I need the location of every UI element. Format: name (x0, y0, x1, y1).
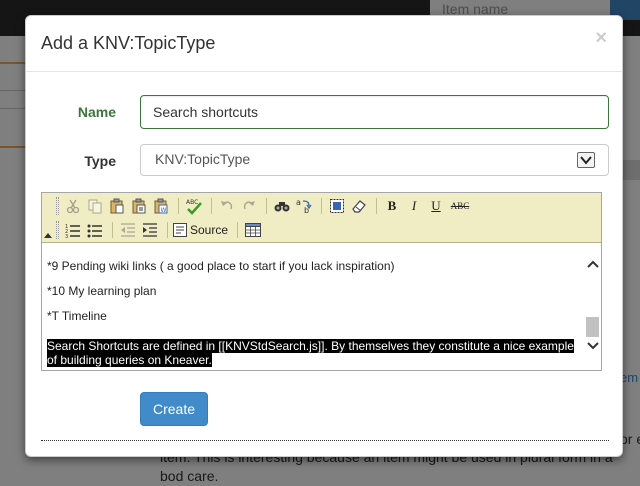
modal-title: Add a KNV:TopicType (41, 33, 216, 53)
type-select[interactable]: KNV:TopicType (140, 144, 609, 176)
type-select-value: KNV:TopicType (155, 151, 251, 167)
svg-text:a: a (296, 198, 301, 207)
selected-text: Search Shortcuts are defined in [[KNVStd… (47, 339, 574, 367)
indent-icon[interactable] (140, 220, 160, 240)
collapse-toolbar-icon[interactable] (44, 233, 52, 238)
svg-text:ABC: ABC (186, 199, 198, 206)
bulleted-list-icon[interactable] (85, 220, 105, 240)
toolbar-grip (56, 197, 59, 215)
source-label: Source (190, 223, 229, 237)
editor-line: *9 Pending wiki links ( a good place to … (47, 259, 395, 273)
toolbar-separator (167, 222, 168, 238)
remove-format-icon[interactable] (349, 196, 369, 216)
editor-scrollbar[interactable] (584, 243, 601, 370)
chevron-down-icon[interactable] (577, 152, 595, 168)
toolbar-grip (56, 221, 59, 239)
numbered-list-icon[interactable]: 123 (63, 220, 83, 240)
add-topic-type-modal: Add a KNV:TopicType × Name Type KNV:Topi… (25, 15, 623, 457)
editor-toolbar: W ABC ab B I U ABC 1 2 3 Source (42, 193, 601, 243)
editor-line: *10 My learning plan (47, 284, 157, 298)
scroll-up-icon[interactable] (587, 259, 599, 269)
toolbar-separator (237, 222, 239, 238)
toolbar-separator (321, 198, 322, 214)
toolbar-separator (112, 222, 113, 238)
scroll-down-icon[interactable] (587, 341, 599, 351)
paste-word-icon[interactable]: W (151, 196, 171, 216)
source-icon (173, 223, 187, 237)
toolbar-separator (211, 198, 212, 214)
editor-line: *T Timeline (47, 309, 107, 323)
underline-icon[interactable]: U (426, 196, 446, 216)
paste-icon[interactable] (107, 196, 127, 216)
scrollbar-thumb[interactable] (586, 317, 599, 337)
type-label: Type (84, 153, 116, 169)
toolbar-separator (266, 198, 267, 214)
outdent-icon[interactable] (118, 220, 138, 240)
footer-divider (41, 440, 609, 441)
rich-text-editor: W ABC ab B I U ABC 1 2 3 Source *9 Pendi… (41, 192, 602, 371)
editor-content-area[interactable]: *9 Pending wiki links ( a good place to … (42, 243, 601, 370)
name-label: Name (77, 104, 116, 120)
close-button[interactable]: × (595, 28, 607, 48)
source-button[interactable]: Source (173, 223, 228, 237)
find-icon[interactable] (272, 196, 292, 216)
toolbar-separator (178, 198, 179, 214)
redo-icon[interactable] (239, 196, 259, 216)
toolbar-row: 123 Source (56, 219, 265, 241)
toolbar-separator (376, 198, 377, 214)
table-icon[interactable] (243, 220, 263, 240)
replace-icon[interactable]: ab (294, 196, 314, 216)
svg-text:3: 3 (65, 234, 68, 238)
cut-icon[interactable] (63, 196, 83, 216)
copy-icon[interactable] (85, 196, 105, 216)
svg-text:W: W (161, 207, 167, 214)
paste-text-icon[interactable] (129, 196, 149, 216)
bold-icon[interactable]: B (382, 196, 402, 216)
spellcheck-icon[interactable]: ABC (184, 196, 204, 216)
undo-icon[interactable] (217, 196, 237, 216)
select-all-icon[interactable] (327, 196, 347, 216)
toolbar-row: W ABC ab B I U ABC (56, 195, 474, 217)
italic-icon[interactable]: I (404, 196, 424, 216)
strikethrough-icon[interactable]: ABC (448, 196, 472, 216)
name-input[interactable] (140, 95, 609, 129)
modal-header: Add a KNV:TopicType × (26, 16, 622, 72)
create-button[interactable]: Create (140, 392, 208, 426)
selected-paragraph: Search Shortcuts are defined in [[KNVStd… (47, 339, 582, 367)
